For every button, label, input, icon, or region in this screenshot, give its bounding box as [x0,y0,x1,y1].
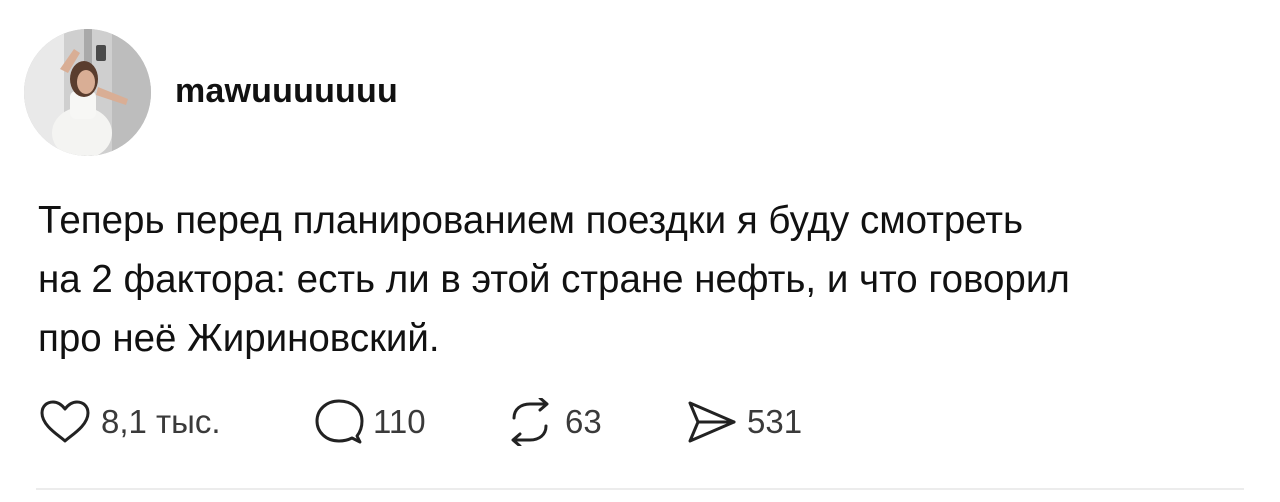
thread-post: mawuuuuuuu Теперь перед планированием по… [0,0,1280,502]
repost-arrows-icon [511,398,549,446]
post-text-line: на 2 фактора: есть ли в этой стране нефт… [38,258,1070,301]
share-count: 531 [747,403,803,440]
like-count: 8,1 тыс. [101,403,221,440]
post-text-line: Теперь перед планированием поездки я буд… [38,199,1024,242]
share-button[interactable]: 531 [686,397,802,447]
avatar-photo [24,29,151,156]
post-text: Теперь перед планированием поездки я буд… [38,191,1258,368]
avatar[interactable] [24,29,151,156]
heart-icon [40,400,90,443]
repost-button[interactable]: 63 [504,397,602,447]
send-icon [688,401,736,443]
reply-button[interactable]: 110 [314,397,426,447]
repost-count: 63 [565,403,602,440]
username[interactable]: mawuuuuuuu [175,72,398,111]
like-button[interactable]: 8,1 тыс. [38,397,221,447]
post-text-line: про неё Жириновский. [38,317,440,360]
reply-count: 110 [373,403,426,440]
speech-bubble-icon [315,399,364,444]
divider [36,488,1244,490]
